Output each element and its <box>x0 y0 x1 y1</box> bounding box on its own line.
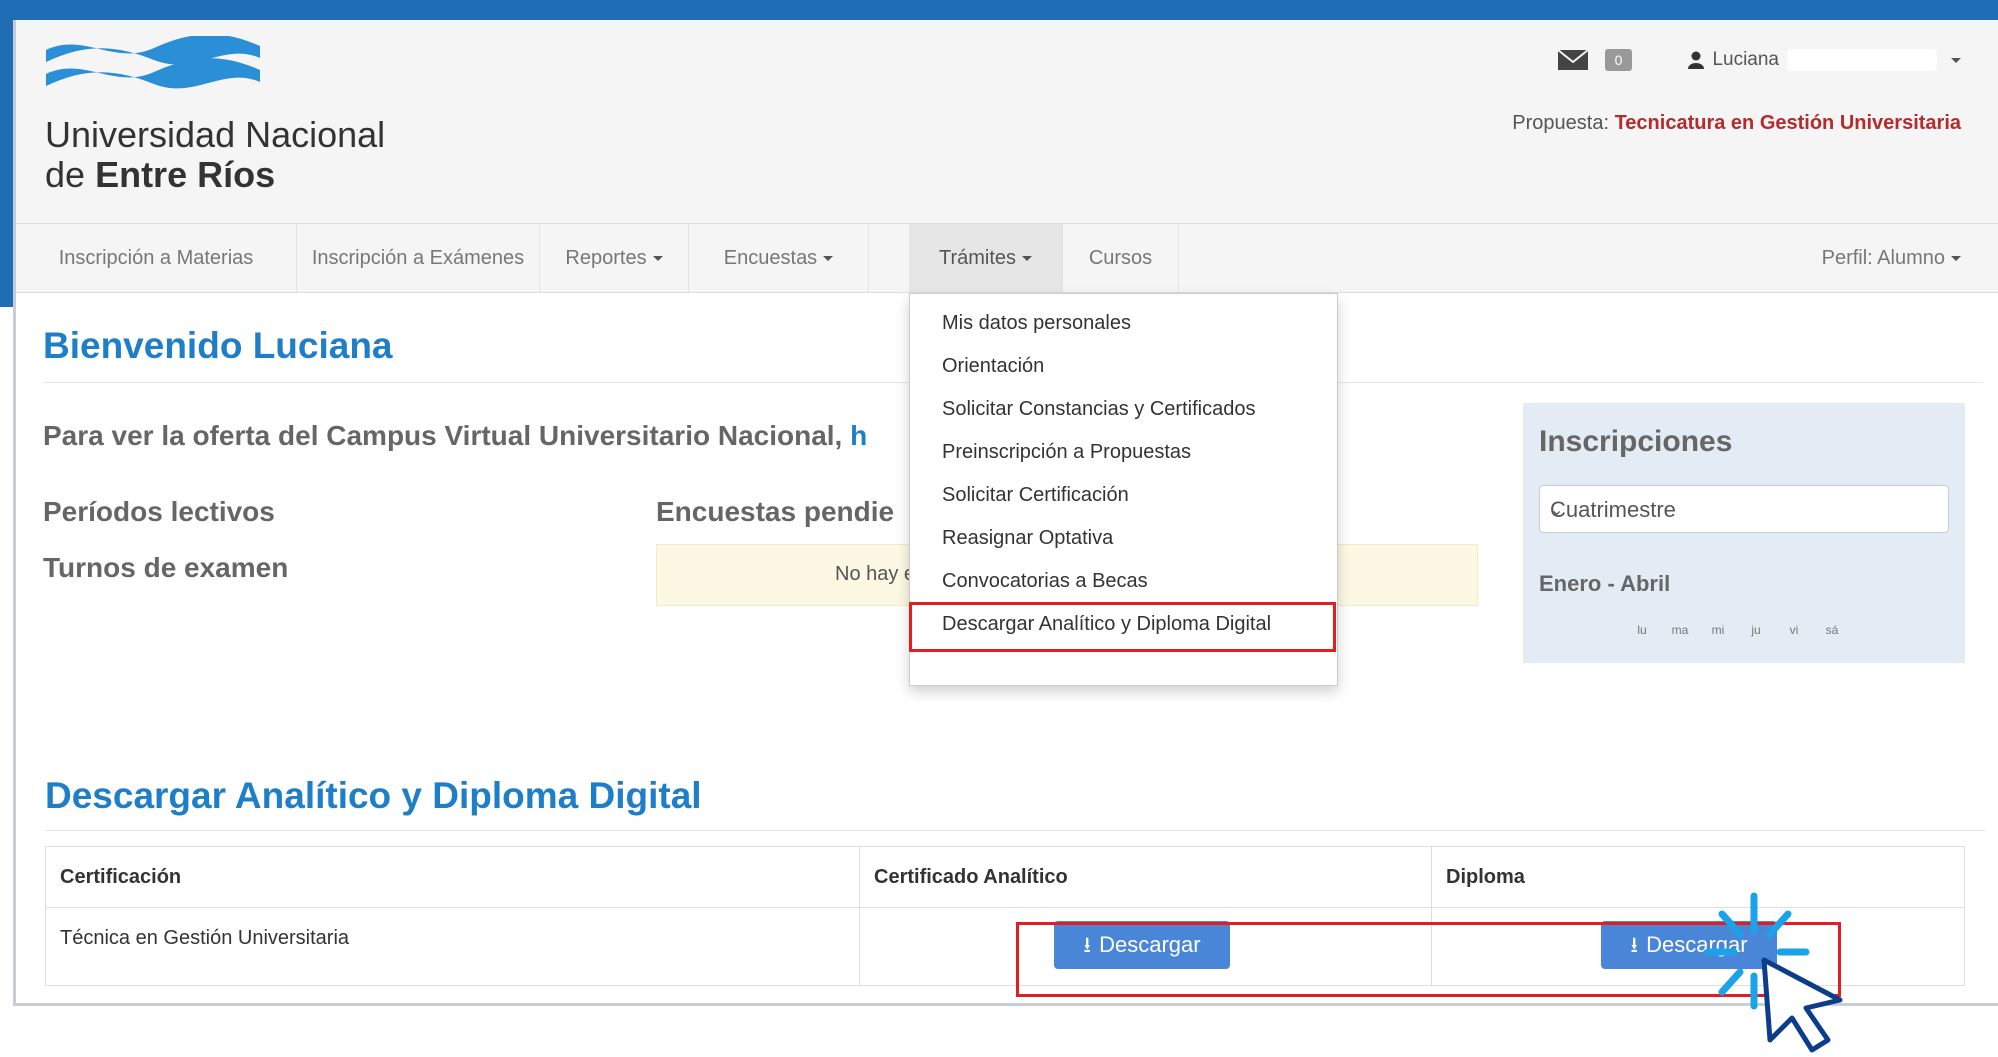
row-divider <box>46 907 1964 908</box>
column-header: Certificación <box>60 866 182 888</box>
menu-item-orientacion[interactable]: Orientación <box>942 355 1044 378</box>
nav-tramites-label: Trámites <box>938 247 1017 269</box>
nav-reportes-label: Reportes <box>565 247 647 269</box>
oferta-sentence: Para ver la oferta del Campus Virtual Un… <box>43 420 843 451</box>
chevron-down-icon <box>1022 256 1033 262</box>
propuesta-line: Propuesta: Tecnicatura en Gestión Univer… <box>1512 112 1961 135</box>
university-logo-waves <box>46 36 260 89</box>
weekday: ju <box>1751 623 1761 637</box>
menu-item-certificacion[interactable]: Solicitar Certificación <box>942 484 1129 507</box>
inscripciones-title: Inscripciones <box>1539 425 1733 458</box>
weekday: ma <box>1671 623 1689 637</box>
weekday: vi <box>1789 623 1799 637</box>
university-name-bold: Entre Ríos <box>95 154 276 195</box>
inscripciones-panel: Inscripciones Cuatrimestre ⌄ Enero - Abr… <box>1523 403 1965 663</box>
user-icon <box>1688 51 1705 69</box>
certificacion-cell: Técnica en Gestión Universitaria <box>60 927 350 949</box>
oferta-text: Para ver la oferta del Campus Virtual Un… <box>43 420 867 452</box>
chevron-down-icon <box>823 256 834 262</box>
propuesta-value[interactable]: Tecnicatura en Gestión Universitaria <box>1615 112 1961 134</box>
column-header: Certificado Analítico <box>874 866 1068 888</box>
nav-inscripcion-materias[interactable]: Inscripción a Materias <box>16 224 297 292</box>
nav-cursos[interactable]: Cursos <box>1063 224 1179 292</box>
weekday: mi <box>1711 623 1725 637</box>
alert-text: No hay e <box>835 563 916 585</box>
nav-encuestas-label: Encuestas <box>723 247 818 269</box>
menu-item-optativa[interactable]: Reasignar Optativa <box>942 527 1113 550</box>
redacted-surname <box>1787 49 1937 71</box>
chevron-down-icon <box>1951 57 1961 63</box>
nav-reportes[interactable]: Reportes <box>540 224 689 292</box>
menu-item-becas[interactable]: Convocatorias a Becas <box>942 570 1148 593</box>
column-header: Diploma <box>1446 866 1525 888</box>
university-name: Universidad Nacional de Entre Ríos <box>45 115 385 195</box>
main-navbar: Inscripción a Materias Inscripción a Exá… <box>16 223 1998 293</box>
descargar-section-title: Descargar Analítico y Diploma Digital <box>45 775 702 816</box>
top-blue-banner <box>0 0 1998 22</box>
welcome-heading: Bienvenido Luciana <box>43 325 393 366</box>
weekday: lu <box>1637 623 1647 637</box>
period-label: Enero - Abril <box>1539 571 1671 596</box>
menu-item-mis-datos[interactable]: Mis datos personales <box>942 312 1131 335</box>
browser-frame: Universidad Nacional de Entre Ríos 0 Luc… <box>13 20 1998 1006</box>
nav-encuestas[interactable]: Encuestas <box>689 224 869 292</box>
nav-inscripcion-examenes[interactable]: Inscripción a Exámenes <box>297 224 540 292</box>
propuesta-label: Propuesta: <box>1512 112 1610 134</box>
menu-highlight-box <box>909 602 1336 652</box>
chevron-down-icon: ⌄ <box>1550 502 1564 519</box>
column-divider <box>859 847 860 985</box>
message-count-badge[interactable]: 0 <box>1604 49 1633 71</box>
menu-item-preinscripcion[interactable]: Preinscripción a Propuestas <box>942 441 1191 464</box>
nav-profile[interactable]: Perfil: Alumno <box>1822 224 1961 292</box>
period-select[interactable]: Cuatrimestre ⌄ <box>1539 485 1949 533</box>
periodos-lectivos-heading: Períodos lectivos <box>43 496 275 527</box>
user-menu[interactable]: Luciana <box>1688 49 1961 71</box>
page-header: Universidad Nacional de Entre Ríos 0 Luc… <box>16 20 1998 223</box>
click-cursor-icon <box>1704 892 1843 1053</box>
oferta-link[interactable]: h <box>850 420 867 451</box>
user-name: Luciana <box>1712 49 1779 70</box>
chevron-down-icon <box>1951 256 1961 262</box>
turnos-examen-heading: Turnos de examen <box>43 552 289 583</box>
divider <box>45 830 1985 831</box>
chevron-down-icon <box>652 256 663 262</box>
weekday: sá <box>1825 623 1839 637</box>
university-name-line1: Universidad Nacional <box>45 114 386 155</box>
envelope-icon[interactable] <box>1557 48 1589 72</box>
encuestas-pendientes-heading: Encuestas pendie <box>656 496 895 527</box>
nav-profile-label: Perfil: Alumno <box>1821 247 1945 269</box>
user-toolbar: 0 Luciana <box>1557 48 1961 72</box>
calendar-weekdays: lu ma mi ju vi sá <box>1623 623 1851 637</box>
university-name-prefix: de <box>45 154 86 195</box>
nav-tramites[interactable]: Trámites <box>909 224 1063 292</box>
menu-item-constancias[interactable]: Solicitar Constancias y Certificados <box>942 398 1255 421</box>
